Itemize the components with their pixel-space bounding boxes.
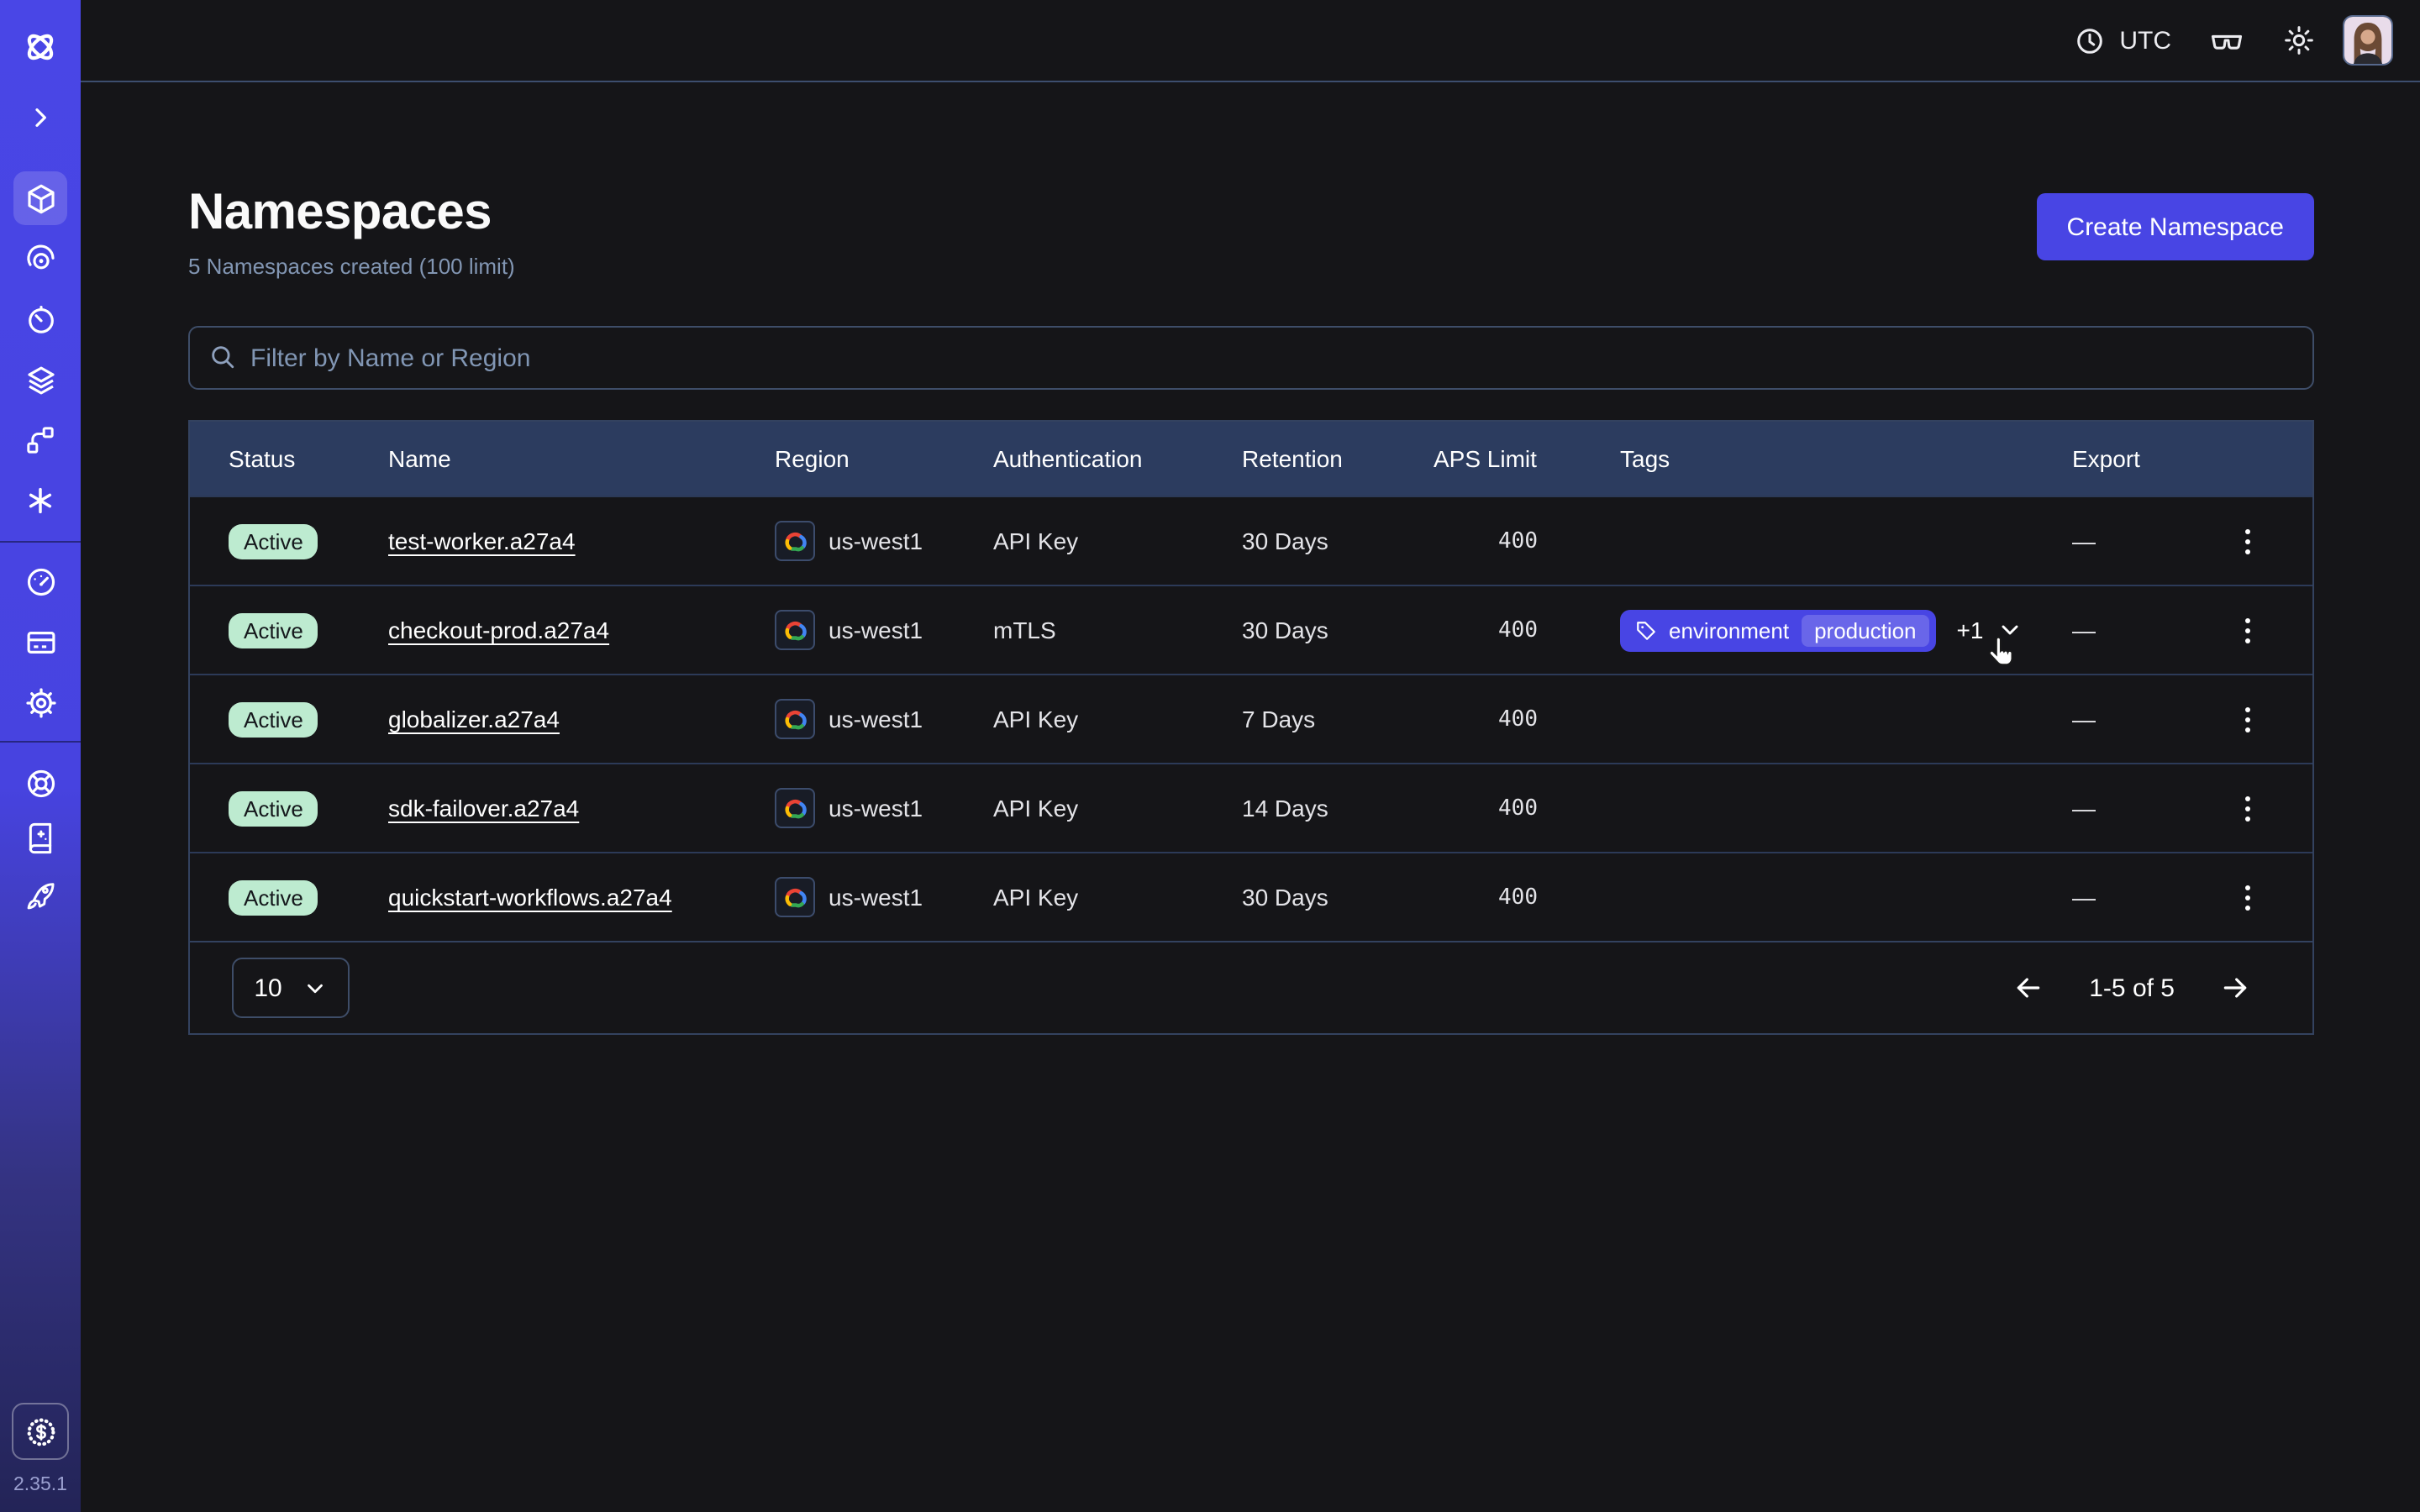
sidebar-item-radar[interactable] [13,232,67,286]
user-avatar[interactable] [2343,15,2393,66]
page-size-value: 10 [254,974,281,1002]
table-row: Active checkout-prod.a27a4 us-west1 mTLS… [190,585,2312,674]
table-row: Active sdk-failover.a27a4 us-west1 API K… [190,763,2312,852]
theme-sun-icon[interactable] [2282,24,2316,57]
namespace-link[interactable]: quickstart-workflows.a27a4 [388,884,672,911]
namespace-link[interactable]: test-worker.a27a4 [388,528,576,554]
export-cell: — [1975,706,2181,732]
sidebar-item-billing[interactable] [13,615,67,669]
export-cell: — [1975,528,2181,554]
app-version: 2.35.1 [13,1475,67,1495]
table-header: Status Name Region Authentication Retent… [190,422,2312,496]
main-content: Namespaces 5 Namespaces created (100 lim… [81,81,2420,1512]
aps-cell: 400 [1434,885,1538,910]
sidebar-item-settings[interactable] [13,675,67,729]
tag-pill[interactable]: environment production [1620,609,1937,651]
retention-cell: 14 Days [1242,795,1434,822]
create-namespace-button[interactable]: Create Namespace [2037,193,2314,260]
region-label: us-west1 [829,884,923,911]
retention-cell: 30 Days [1242,528,1434,554]
tags-cell: environment production +1 [1538,609,1975,651]
row-menu-button[interactable] [2234,785,2260,831]
retention-cell: 30 Days [1242,617,1434,643]
gcp-cloud-icon [775,610,815,650]
export-cell: — [1975,884,2181,911]
sidebar-item-layers[interactable] [13,353,67,407]
auth-cell: API Key [993,795,1242,822]
sidebar-item-support[interactable] [13,756,67,810]
retention-cell: 30 Days [1242,884,1434,911]
status-badge: Active [229,790,318,826]
tag-icon [1635,619,1657,641]
table-row: Active globalizer.a27a4 us-west1 API Key… [190,674,2312,763]
tag-value: production [1801,614,1929,646]
timezone-label: UTC [2119,26,2171,55]
auth-cell: API Key [993,706,1242,732]
region-label: us-west1 [829,706,923,732]
table-row: Active quickstart-workflows.a27a4 us-wes… [190,852,2312,941]
aps-cell: 400 [1434,706,1538,732]
namespace-link[interactable]: sdk-failover.a27a4 [388,795,579,822]
namespace-link[interactable]: globalizer.a27a4 [388,706,560,732]
topbar: UTC [81,0,2420,82]
timezone-selector[interactable]: UTC [2074,24,2171,56]
gcp-cloud-icon [775,788,815,828]
namespace-link[interactable]: checkout-prod.a27a4 [388,617,609,643]
plan-dollar-icon[interactable] [12,1403,69,1460]
page-title: Namespaces [188,185,515,242]
sidebar-item-getting-started[interactable] [13,867,67,921]
tag-key: environment [1669,617,1789,643]
clock-icon [2074,24,2106,56]
sidebar-expand-icon[interactable] [13,101,67,134]
status-badge: Active [229,701,318,737]
auth-cell: mTLS [993,617,1242,643]
search-icon [208,343,237,371]
gcp-cloud-icon [775,699,815,739]
status-badge: Active [229,523,318,559]
sidebar-item-namespaces[interactable] [13,171,67,225]
aps-cell: 400 [1434,528,1538,554]
row-menu-button[interactable] [2234,874,2260,920]
namespaces-table: Status Name Region Authentication Retent… [188,420,2314,1035]
app-root: 2.35.1 UTC [0,0,2420,1512]
export-cell: — [1975,795,2181,822]
table-pagination: 10 1-5 of 5 [190,941,2312,1033]
aps-cell: 400 [1434,617,1538,643]
region-label: us-west1 [829,617,923,643]
filter-input[interactable] [188,326,2314,390]
status-badge: Active [229,612,318,648]
region-label: us-west1 [829,528,923,554]
sidebar-item-nexus[interactable] [13,413,67,467]
temporal-logo-icon[interactable] [13,20,67,74]
table-row: Active test-worker.a27a4 us-west1 API Ke… [190,496,2312,585]
region-label: us-west1 [829,795,923,822]
prev-page-button[interactable] [2008,968,2049,1008]
sidebar-item-schedules[interactable] [13,292,67,346]
pagination-range: 1-5 of 5 [2089,974,2175,1002]
next-page-button[interactable] [2215,968,2255,1008]
page-subtitle: 5 Namespaces created (100 limit) [188,254,515,279]
sidebar-item-usage[interactable] [13,554,67,608]
row-menu-button[interactable] [2234,518,2260,564]
aps-cell: 400 [1434,795,1538,821]
row-menu-button[interactable] [2234,696,2260,742]
chevron-down-icon [302,975,328,1000]
labs-glasses-icon[interactable] [2208,22,2245,59]
sidebar-item-docs[interactable] [13,811,67,865]
row-menu-button[interactable] [2234,607,2260,653]
export-cell: — [1975,617,2181,643]
retention-cell: 7 Days [1242,706,1434,732]
auth-cell: API Key [993,884,1242,911]
page-size-select[interactable]: 10 [232,958,350,1018]
status-badge: Active [229,879,318,915]
gcp-cloud-icon [775,521,815,561]
gcp-cloud-icon [775,877,815,917]
sidebar: 2.35.1 [0,0,81,1512]
auth-cell: API Key [993,528,1242,554]
sidebar-item-batch[interactable] [13,474,67,528]
